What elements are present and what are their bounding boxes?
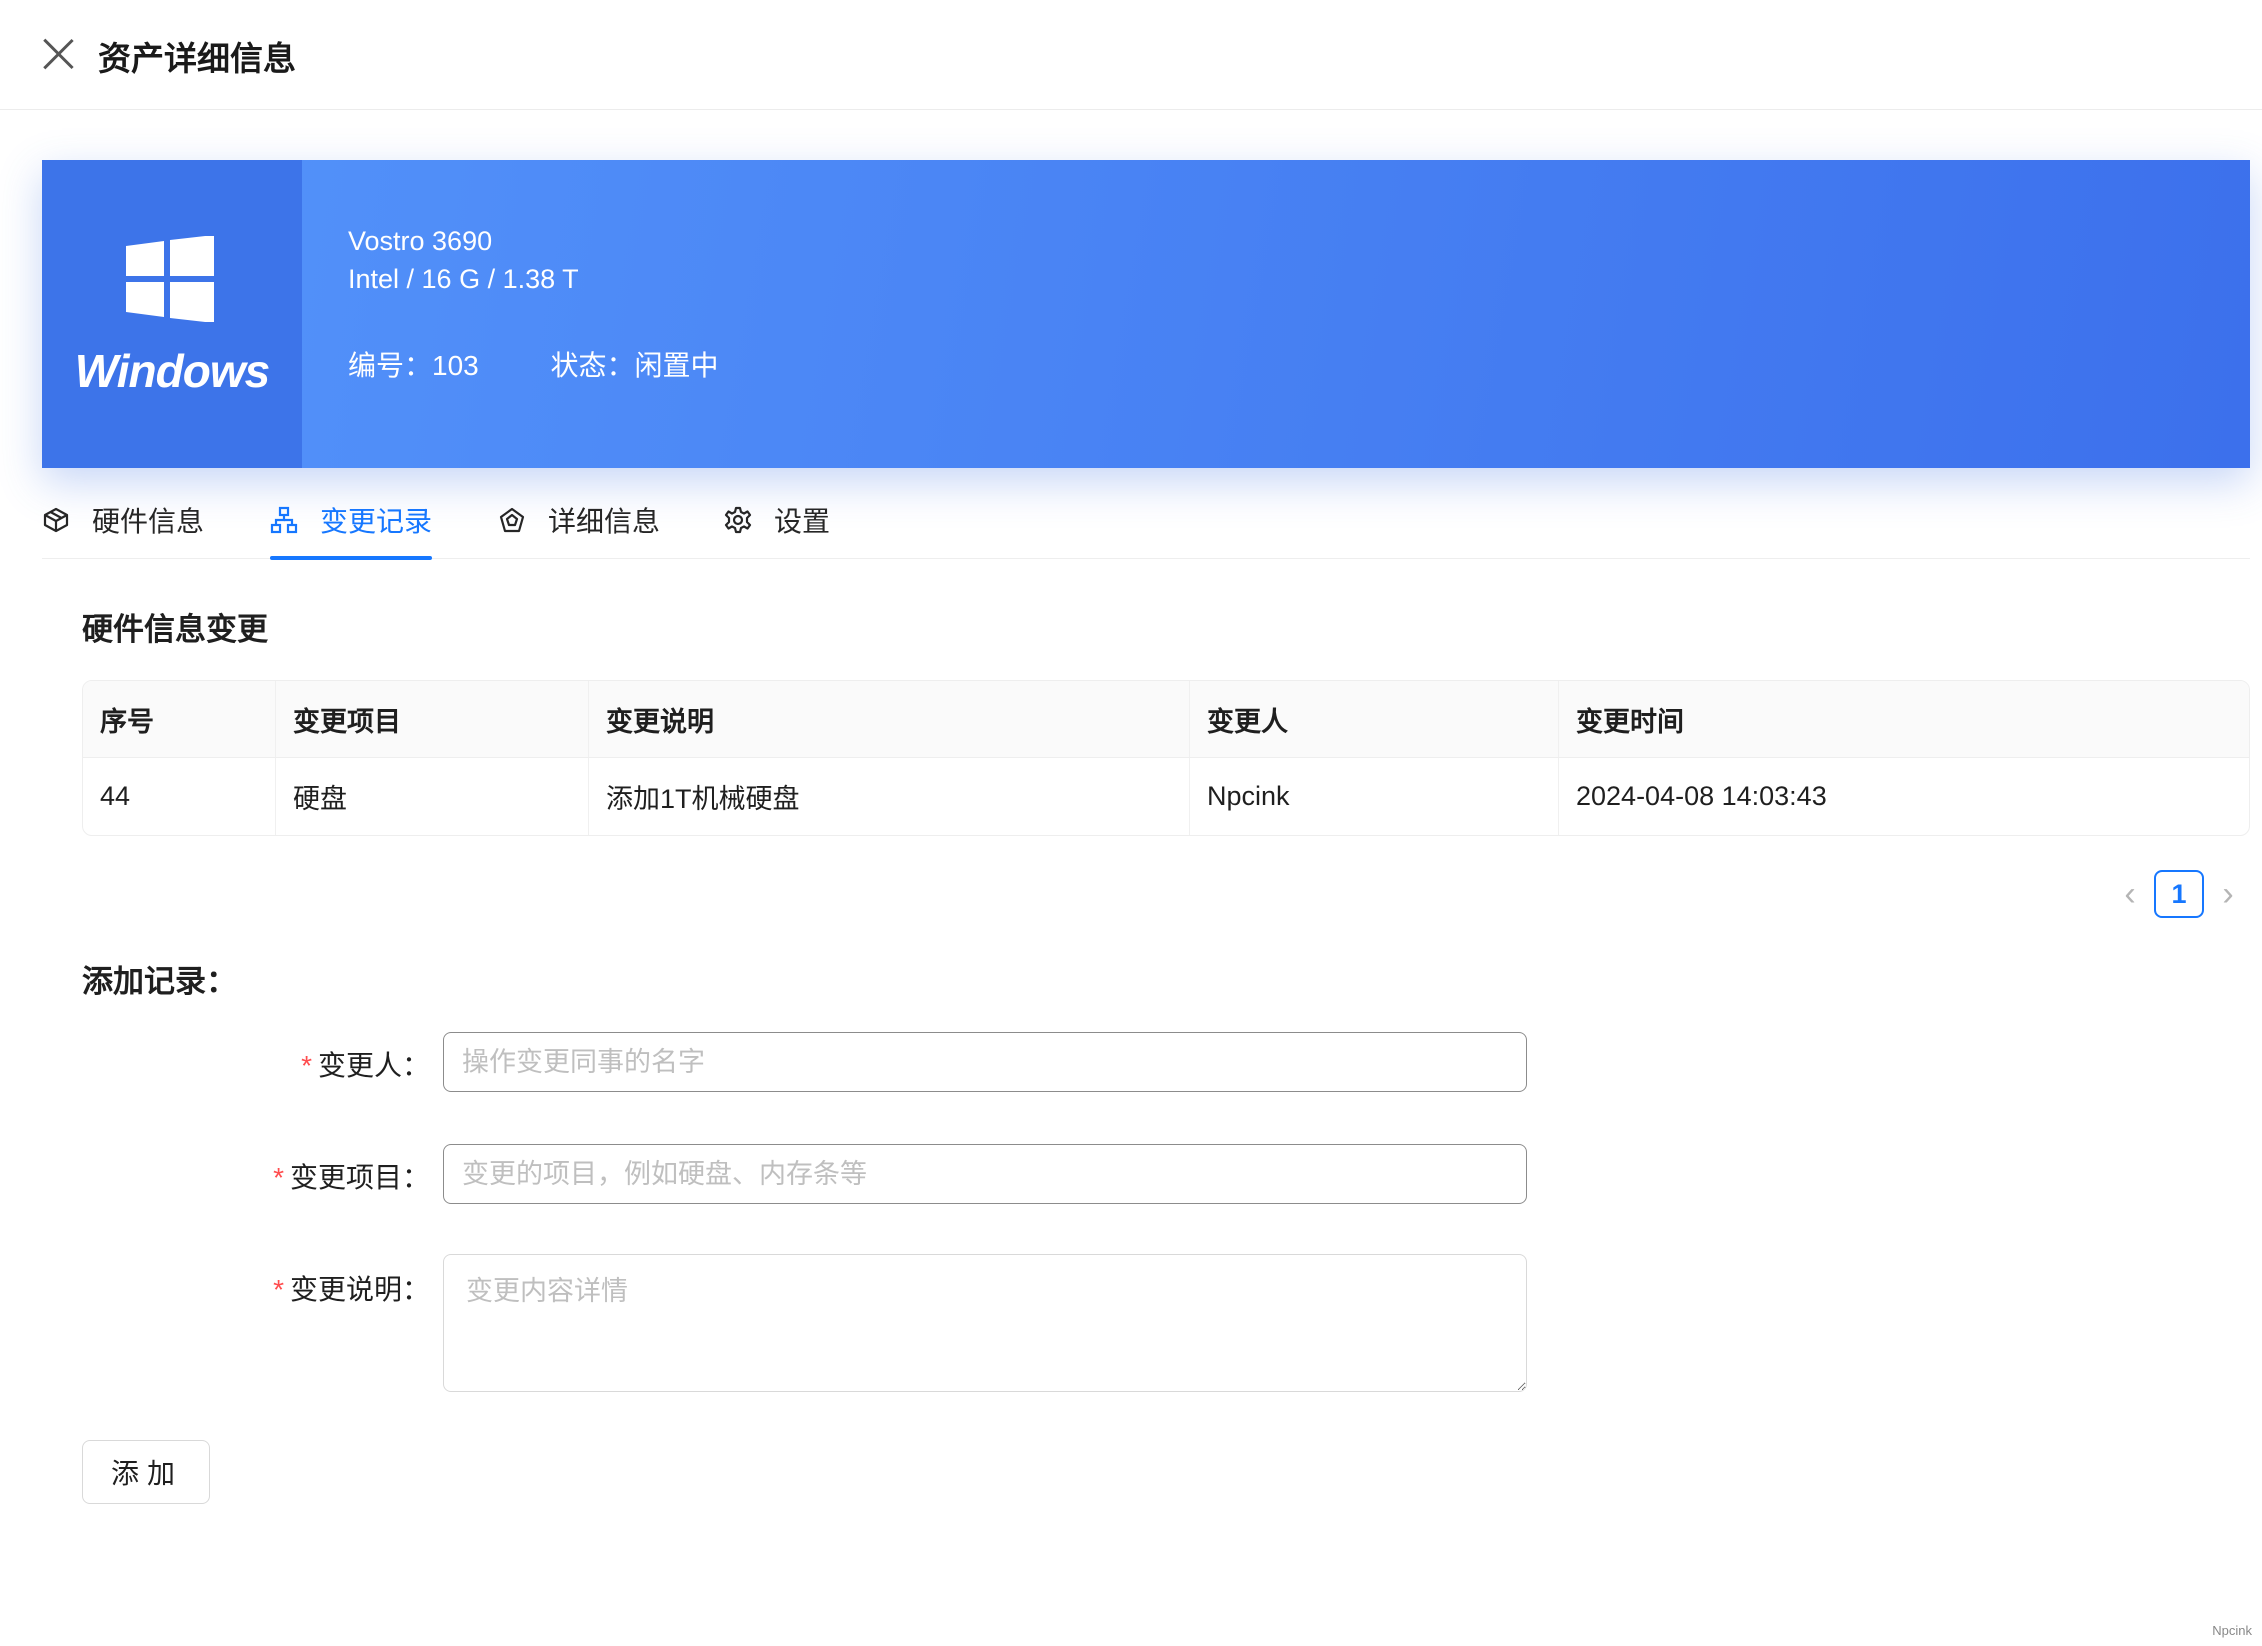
tab-label: 变更记录 <box>320 505 433 537</box>
os-tile: Windows <box>42 160 302 468</box>
column-header: 变更时间 <box>1576 706 1684 737</box>
section-title: 硬件信息变更 <box>82 612 268 647</box>
cube-icon <box>43 507 69 532</box>
tab-hardware-info[interactable]: 硬件信息 <box>42 480 204 559</box>
tab-label: 设置 <box>774 505 831 537</box>
asset-model: Vostro 3690 <box>348 226 493 256</box>
required-mark: * <box>273 1274 284 1305</box>
close-icon[interactable] <box>40 36 76 72</box>
operator-input[interactable] <box>443 1032 1527 1092</box>
page-number-button[interactable]: 1 <box>2154 870 2204 918</box>
tab-change-log[interactable]: 变更记录 <box>270 480 433 560</box>
page-title: 资产详细信息 <box>98 40 296 77</box>
gear-icon <box>724 506 752 533</box>
asset-status: 状态：闲置中 <box>550 350 719 381</box>
table-row: 44 硬盘 添加1T机械硬盘 Npcink 2024-04-08 14:03:4… <box>83 758 2249 835</box>
asset-number: 编号：103 <box>348 350 479 381</box>
add-button[interactable]: 添加 <box>82 1440 210 1504</box>
os-name: Windows <box>74 345 270 397</box>
asset-banner: Windows Vostro 3690 Intel / 16 G / 1.38 … <box>42 160 2250 468</box>
sitemap-icon <box>270 506 298 533</box>
table-cell: 添加1T机械硬盘 <box>589 758 1190 835</box>
required-mark: * <box>301 1050 312 1081</box>
column-header: 变更人 <box>1190 681 1559 757</box>
column-header: 序号 <box>83 681 276 757</box>
drawer-header: 资产详细信息 <box>0 0 2262 110</box>
asset-meta: 编号：103 状态：闲置中 <box>348 344 783 384</box>
tab-bar: 硬件信息 变更记录 详细信息 设置 <box>42 480 2250 560</box>
next-page-button[interactable]: › <box>2208 870 2248 918</box>
table-cell: 2024-04-08 14:03:43 <box>1576 781 1827 811</box>
asset-specs: Intel / 16 G / 1.38 T <box>348 264 579 294</box>
prev-page-button[interactable]: ‹ <box>2110 870 2150 918</box>
tab-label: 硬件信息 <box>92 505 205 537</box>
table-cell: 44 <box>83 758 276 835</box>
gem-icon <box>499 507 525 532</box>
tab-details[interactable]: 详细信息 <box>498 480 660 559</box>
table-header: 序号 变更项目 变更说明 变更人 变更时间 <box>83 681 2249 758</box>
required-mark: * <box>273 1162 284 1193</box>
column-header: 变更项目 <box>276 681 589 757</box>
item-label: * 变更项目： <box>273 1162 430 1193</box>
description-label: * 变更说明： <box>273 1274 430 1305</box>
change-table: 序号 变更项目 变更说明 变更人 变更时间 44 硬盘 添加1T机械硬盘 Npc… <box>82 680 2250 836</box>
description-textarea[interactable] <box>443 1254 1527 1392</box>
item-input[interactable] <box>443 1144 1527 1204</box>
table-cell: 硬盘 <box>276 758 589 835</box>
operator-label: * 变更人： <box>301 1050 430 1081</box>
windows-logo-icon <box>126 236 214 322</box>
tab-settings[interactable]: 设置 <box>724 480 830 559</box>
table-cell: Npcink <box>1190 758 1559 835</box>
form-title: 添加记录： <box>82 964 237 999</box>
watermark: Npcink <box>2212 1623 2252 1638</box>
column-header: 变更说明 <box>589 681 1190 757</box>
tab-label: 详细信息 <box>548 505 661 537</box>
